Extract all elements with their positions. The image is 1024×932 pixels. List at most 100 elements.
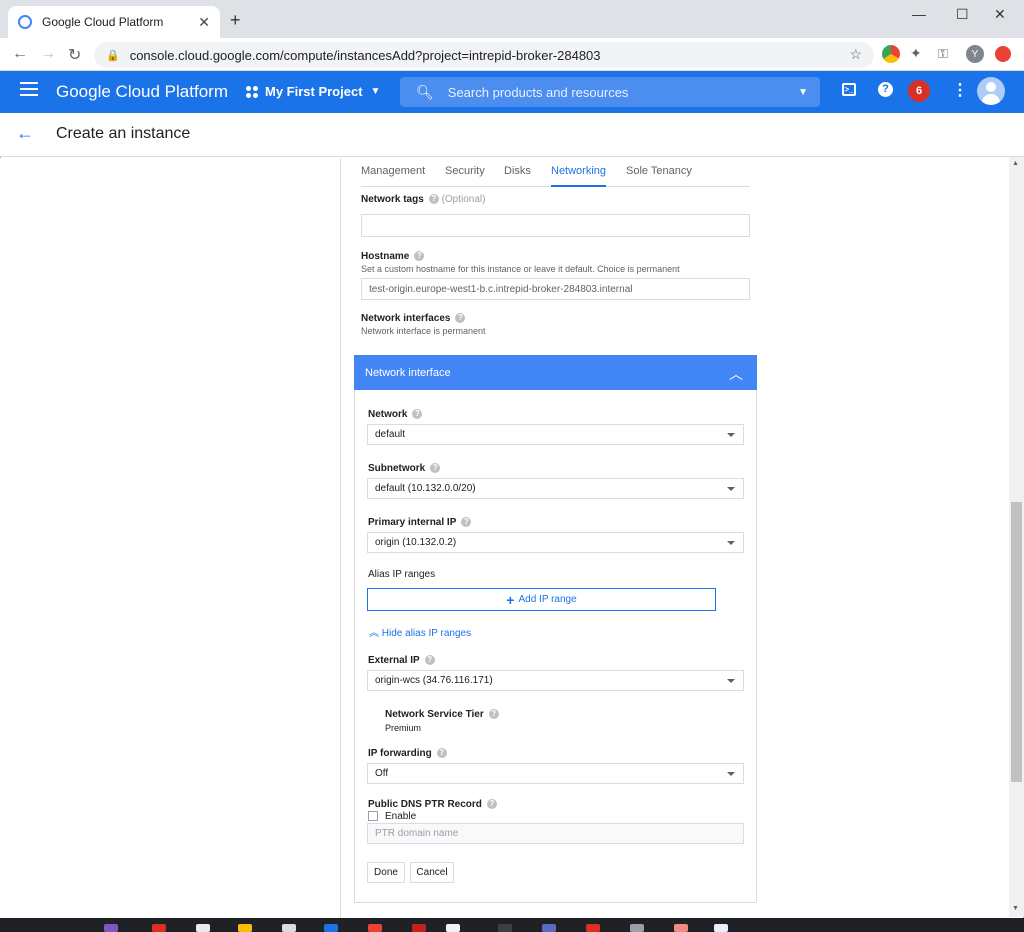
scroll-down-icon[interactable]: ▼ — [1012, 905, 1019, 912]
help-circle-icon[interactable]: ? — [414, 251, 425, 262]
search-dropdown-icon[interactable]: ▼ — [798, 87, 808, 98]
tab-disks[interactable]: Disks — [504, 165, 531, 177]
add-ip-range-button[interactable]: + Add IP range — [367, 588, 716, 611]
hide-alias-link[interactable]: ︽ Hide alias IP ranges — [369, 624, 471, 639]
taskbar-app-icon[interactable] — [282, 924, 296, 932]
primary-ip-value: origin (10.132.0.2) — [375, 537, 457, 548]
close-tab-icon[interactable]: ✕ — [198, 14, 210, 31]
taskbar-app-icon[interactable] — [586, 924, 600, 932]
taskbar-app-icon[interactable] — [104, 924, 118, 932]
scrollbar-thumb[interactable] — [1011, 502, 1022, 782]
network-interface-header[interactable]: Network interface ︿ — [354, 355, 757, 390]
primary-ip-select[interactable]: origin (10.132.0.2) — [367, 532, 744, 553]
help-circle-icon[interactable]: ? — [430, 463, 441, 474]
gcp-favicon-icon — [18, 15, 32, 29]
tab-networking[interactable]: Networking — [551, 165, 607, 187]
network-value: default — [375, 429, 406, 440]
help-circle-icon[interactable]: ? — [428, 194, 439, 205]
primary-ip-label: Primary internal IP? — [368, 517, 472, 528]
hide-alias-label: Hide alias IP ranges — [381, 628, 472, 639]
tab-title: Google Cloud Platform — [42, 15, 164, 29]
gcp-header: Google Cloud Platform My First Project ▼… — [0, 71, 1024, 113]
scroll-up-icon[interactable]: ▲ — [1012, 160, 1019, 167]
ip-forwarding-select[interactable]: Off — [367, 763, 744, 784]
tab-management[interactable]: Management — [361, 165, 425, 177]
help-circle-icon[interactable]: ? — [424, 655, 435, 666]
external-ip-select[interactable]: origin-wcs (34.76.116.171) — [367, 670, 744, 691]
update-icon[interactable] — [995, 46, 1011, 62]
notifications-badge[interactable]: 6 — [908, 80, 930, 102]
help-circle-icon[interactable]: ? — [486, 799, 497, 810]
url-text: console.cloud.google.com/compute/instanc… — [129, 47, 601, 63]
forward-icon[interactable]: → — [40, 45, 56, 63]
network-interface-title: Network interface — [365, 366, 451, 379]
cloud-shell-icon[interactable]: >_ — [842, 83, 856, 96]
project-name: My First Project — [265, 84, 363, 99]
ptr-domain-input[interactable]: PTR domain name — [367, 823, 744, 844]
taskbar-app-icon[interactable] — [542, 924, 556, 932]
chevron-up-icon[interactable]: ︿ — [729, 364, 743, 384]
hostname-input[interactable]: test-origin.europe-west1-b.c.intrepid-br… — [361, 278, 750, 300]
help-circle-icon[interactable]: ? — [488, 709, 499, 720]
network-tags-label: Network tags? (Optional) — [361, 194, 486, 205]
taskbar-app-icon[interactable] — [412, 924, 426, 932]
back-icon[interactable]: ← — [12, 45, 28, 63]
service-tier-label: Network Service Tier? — [385, 709, 499, 720]
url-bar[interactable]: 🔒 console.cloud.google.com/compute/insta… — [94, 42, 874, 68]
network-select[interactable]: default — [367, 424, 744, 445]
browser-tab[interactable]: Google Cloud Platform ✕ — [8, 6, 220, 38]
hamburger-menu-icon[interactable] — [20, 82, 38, 98]
page-title-bar: ← Create an instance — [0, 113, 1024, 157]
network-tags-input[interactable] — [361, 214, 750, 237]
help-circle-icon[interactable]: ? — [412, 409, 423, 420]
taskbar-app-icon[interactable] — [446, 924, 460, 932]
brand-title[interactable]: Google Cloud Platform — [56, 82, 228, 102]
reload-icon[interactable]: ↻ — [68, 45, 81, 65]
divider — [340, 158, 341, 918]
section-tabs: Management Security Disks Networking Sol… — [361, 165, 750, 187]
new-tab-button[interactable]: + — [230, 10, 241, 31]
plus-icon: + — [506, 591, 515, 608]
taskbar-app-icon[interactable] — [324, 924, 338, 932]
help-circle-icon[interactable]: ? — [461, 517, 472, 528]
account-avatar[interactable] — [977, 77, 1005, 105]
help-circle-icon[interactable]: ? — [436, 748, 447, 759]
taskbar-app-icon[interactable] — [714, 924, 728, 932]
search-bar[interactable]: 🔍︎ Search products and resources ▼ — [400, 77, 820, 107]
help-icon[interactable]: ? — [878, 82, 893, 97]
lock-icon: 🔒 — [106, 49, 120, 62]
puzzle-icon[interactable]: ✦ — [910, 45, 922, 62]
taskbar-app-icon[interactable] — [674, 924, 688, 932]
bookmark-star-icon[interactable]: ☆ — [849, 46, 862, 63]
done-button[interactable]: Done — [367, 862, 405, 883]
project-selector[interactable]: My First Project ▼ — [246, 84, 380, 99]
chevron-down-icon: ▼ — [370, 86, 381, 97]
taskbar-app-icon[interactable] — [498, 924, 512, 932]
enable-checkbox[interactable] — [368, 811, 378, 821]
optional-text: (Optional) — [441, 194, 486, 205]
minimize-icon[interactable]: — — [912, 6, 926, 22]
maximize-icon[interactable]: ☐ — [956, 6, 969, 23]
alias-ip-label: Alias IP ranges — [368, 569, 436, 580]
back-arrow-icon[interactable]: ← — [16, 123, 34, 144]
page-title: Create an instance — [56, 125, 191, 142]
close-window-icon[interactable]: ✕ — [994, 6, 1006, 23]
address-bar-row: ← → ↻ 🔒 console.cloud.google.com/compute… — [0, 38, 1024, 71]
taskbar-chrome-icon[interactable] — [368, 924, 382, 932]
profile-avatar[interactable]: Y — [966, 45, 984, 63]
network-label: Network? — [368, 409, 423, 420]
network-interfaces-label: Network interfaces? — [361, 313, 466, 324]
taskbar-folder-icon[interactable] — [238, 924, 252, 932]
subnetwork-select[interactable]: default (10.132.0.0/20) — [367, 478, 744, 499]
tab-security[interactable]: Security — [445, 165, 485, 177]
taskbar-app-icon[interactable] — [152, 924, 166, 932]
extension-icon[interactable] — [882, 45, 900, 63]
help-circle-icon[interactable]: ? — [455, 313, 466, 324]
cancel-button[interactable]: Cancel — [410, 862, 454, 883]
taskbar-app-icon[interactable] — [196, 924, 210, 932]
taskbar-app-icon[interactable] — [630, 924, 644, 932]
more-vert-icon[interactable]: ⋮ — [952, 80, 968, 100]
tab-sole-tenancy[interactable]: Sole Tenancy — [626, 165, 692, 177]
tab-strip: Google Cloud Platform ✕ + — ☐ ✕ — [0, 0, 1024, 38]
key-icon[interactable]: ⚿ — [938, 46, 948, 62]
